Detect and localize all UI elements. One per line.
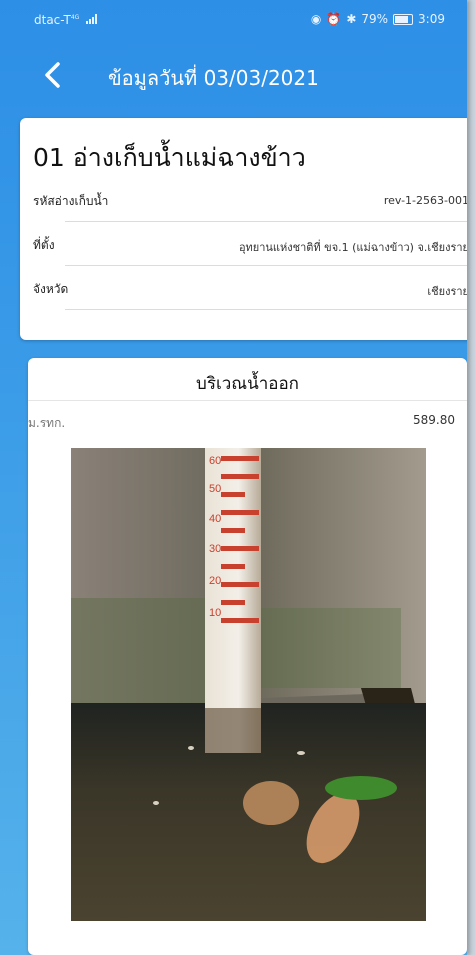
status-bar: dtac-T4G ◉ ⏰ ✱ 79% 3:09: [0, 0, 467, 38]
page-title: ข้อมูลวันที่ 03/03/2021: [108, 66, 319, 90]
gauge-label: 20: [209, 575, 221, 587]
outlet-header: บริเวณน้ำออก: [28, 358, 467, 401]
alarm-icon: ⏰: [326, 12, 342, 26]
field-row-code: รหัสอ่างเก็บน้ำ rev-1-2563-001: [33, 178, 467, 222]
divider: [65, 309, 467, 310]
carrier-label: dtac-T4G: [34, 13, 98, 27]
field-row-location: ที่ตั้ง อุทยานแห่งชาติที่ ขจ.1 (แม่ฉางข้…: [33, 222, 467, 266]
battery-icon: [393, 13, 414, 25]
field-value: อุทยานแห่งชาติที่ ขจ.1 (แม่ฉางข้าว) จ.เช…: [238, 241, 467, 254]
clock: 3:09: [418, 12, 445, 26]
eye-icon: ◉: [310, 12, 322, 26]
outlet-card: บริเวณน้ำออก ม.รทก. 589.80 60 50 40 30 2…: [28, 358, 467, 955]
battery-percent: 79%: [361, 12, 389, 26]
phone-screen: dtac-T4G ◉ ⏰ ✱ 79% 3:09 ข้อมูลวันที่ 03/…: [0, 0, 467, 955]
gauge-label: 30: [209, 543, 221, 555]
measure-value: 589.80: [413, 413, 455, 427]
outlet-title: บริเวณน้ำออก: [196, 374, 299, 394]
field-label: ที่ตั้ง: [33, 238, 55, 252]
app-bar: ข้อมูลวันที่ 03/03/2021: [0, 38, 467, 110]
water-gauge-photo[interactable]: 60 50 40 30 20 10: [71, 448, 426, 921]
field-label: จังหวัด: [33, 282, 69, 296]
gauge-label: 10: [209, 607, 221, 619]
field-value: เชียงราย: [427, 285, 467, 298]
reservoir-name: 01 อ่างเก็บน้ำแม่ฉางข้าว: [33, 143, 306, 172]
field-row-province: จังหวัด เชียงราย: [33, 266, 467, 310]
reservoir-info-card: 01 อ่างเก็บน้ำแม่ฉางข้าว รหัสอ่างเก็บน้ำ…: [20, 118, 467, 340]
network-label: 4G: [70, 14, 80, 21]
status-icons: ◉ ⏰ ✱ 79% 3:09: [311, 12, 445, 26]
field-label: รหัสอ่างเก็บน้ำ: [33, 194, 109, 208]
field-value: rev-1-2563-001: [383, 194, 467, 207]
measure-row: ม.รทก. 589.80: [28, 400, 467, 438]
gauge-label: 60: [209, 455, 221, 467]
chevron-left-icon: [45, 62, 60, 88]
bluetooth-icon: ✱: [346, 12, 357, 26]
measure-label: ม.รทก.: [28, 416, 66, 430]
signal-icon: [86, 14, 98, 24]
gauge-label: 40: [209, 513, 221, 525]
gauge-label: 50: [209, 483, 221, 495]
back-button[interactable]: [38, 60, 68, 90]
